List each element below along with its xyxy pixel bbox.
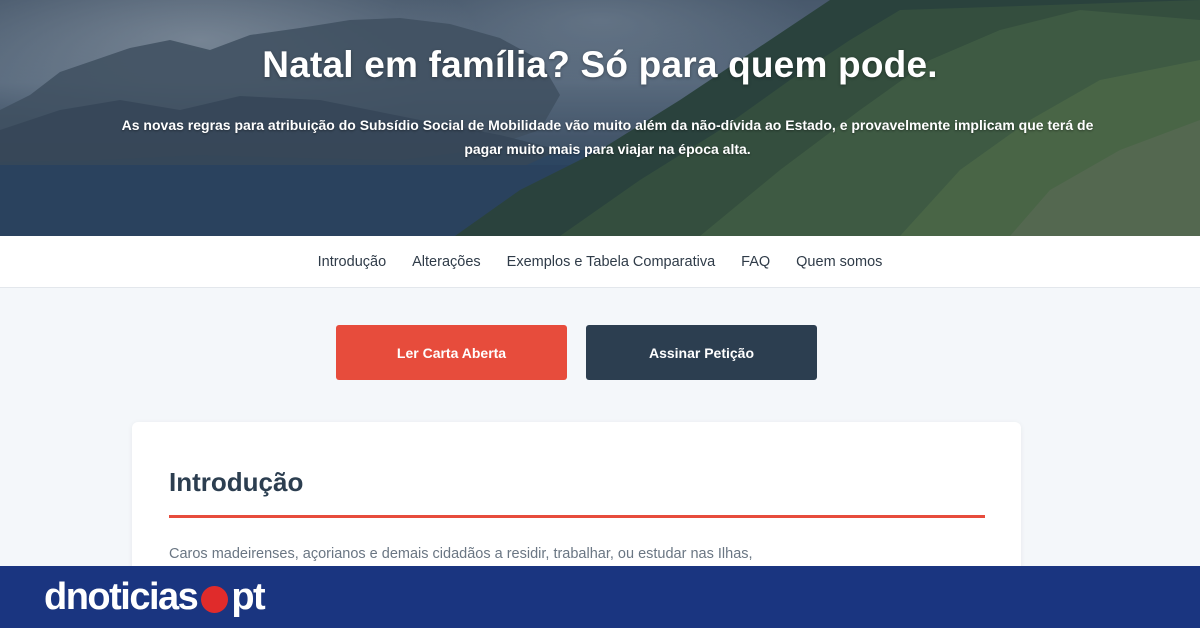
- section-title: Introdução: [169, 467, 304, 497]
- logo-text-right: pt: [231, 575, 265, 618]
- sign-petition-button[interactable]: Assinar Petição: [586, 325, 817, 380]
- nav-item-alteracoes[interactable]: Alterações: [412, 254, 481, 270]
- hero-subtitle: As novas regras para atribuição do Subsí…: [121, 117, 1094, 157]
- nav-item-faq[interactable]: FAQ: [741, 254, 770, 270]
- read-open-letter-button[interactable]: Ler Carta Aberta: [336, 325, 567, 380]
- brand-bar: dnoticias pt: [0, 566, 1200, 628]
- hero-banner: Natal em família? Só para quem pode. As …: [0, 0, 1200, 236]
- logo-text-left: dnoticias: [44, 575, 199, 618]
- hero-title: Natal em família? Só para quem pode.: [262, 44, 938, 85]
- nav-item-exemplos[interactable]: Exemplos e Tabela Comparativa: [507, 254, 715, 270]
- section-paragraph: Caros madeirenses, açorianos e demais ci…: [169, 546, 753, 562]
- nav-item-introducao[interactable]: Introdução: [318, 254, 387, 270]
- dnoticias-logo[interactable]: dnoticias pt: [44, 575, 266, 618]
- main-nav: Introdução Alterações Exemplos e Tabela …: [0, 236, 1200, 288]
- section-divider: [169, 515, 985, 518]
- nav-item-quem-somos[interactable]: Quem somos: [796, 254, 882, 270]
- logo-dot-icon: [201, 585, 229, 613]
